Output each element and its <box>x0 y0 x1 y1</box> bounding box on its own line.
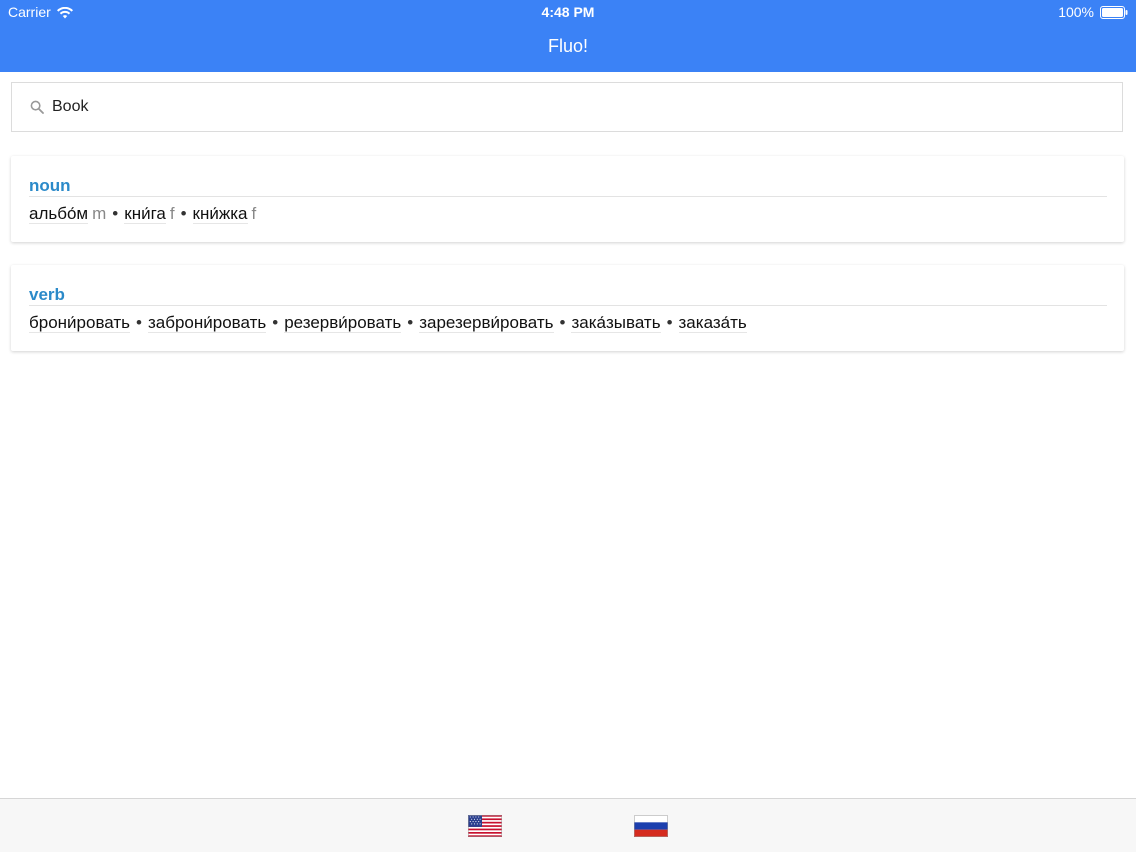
battery-percentage: 100% <box>1058 4 1094 20</box>
separator-dot: • <box>666 313 673 332</box>
result-card-verb: verb брони́ровать • заброни́ровать • резерви… <box>11 265 1124 351</box>
gender-label: f <box>251 204 257 223</box>
search-icon <box>30 100 44 114</box>
us-flag-icon[interactable] <box>468 815 502 837</box>
result-card-noun: noun альбо́м m • кни́га f • кни́жка f <box>11 156 1124 242</box>
translation-word[interactable]: зарезерви́ровать <box>419 313 554 333</box>
translation-word[interactable]: кни́га <box>124 204 166 224</box>
translation-word[interactable]: альбо́м <box>29 204 89 224</box>
translation-word[interactable]: заказа́ть <box>678 313 747 333</box>
status-right: 100% <box>1058 4 1128 20</box>
status-bar: Carrier 4:48 PM 100% <box>0 0 1136 24</box>
part-of-speech-label: noun <box>29 176 71 195</box>
divider <box>29 305 1107 306</box>
part-of-speech-label: verb <box>29 285 65 304</box>
translation-list: брони́ровать • заброни́ровать • резерви́рова… <box>29 313 747 333</box>
status-time: 4:48 PM <box>541 4 595 20</box>
separator-dot: • <box>180 204 187 223</box>
translation-word[interactable]: резерви́ровать <box>284 313 402 333</box>
translation-word[interactable]: зака́зывать <box>571 313 661 333</box>
divider <box>29 196 1107 197</box>
app-screen: Carrier 4:48 PM 100% Fluo! Book noun аль… <box>0 0 1136 852</box>
translation-list: альбо́м m • кни́га f • кни́жка f <box>29 204 256 224</box>
battery-icon <box>1100 5 1128 19</box>
nav-title: Fluo! <box>547 36 589 56</box>
header: Carrier 4:48 PM 100% Fluo! <box>0 0 1136 72</box>
russia-flag-icon[interactable] <box>634 815 668 837</box>
gender-label: m <box>92 204 107 223</box>
gender-label: f <box>169 204 175 223</box>
search-box[interactable] <box>11 82 1123 132</box>
separator-dot: • <box>559 313 566 332</box>
translation-word[interactable]: брони́ровать <box>29 313 131 333</box>
separator-dot: • <box>272 313 279 332</box>
language-bar <box>0 798 1136 852</box>
separator-dot: • <box>112 204 119 223</box>
separator-dot: • <box>136 313 142 332</box>
separator-dot: • <box>407 313 414 332</box>
translation-word[interactable]: кни́жка <box>192 204 248 224</box>
translation-word[interactable]: заброни́ровать <box>147 313 267 333</box>
search-input[interactable] <box>50 97 1054 117</box>
